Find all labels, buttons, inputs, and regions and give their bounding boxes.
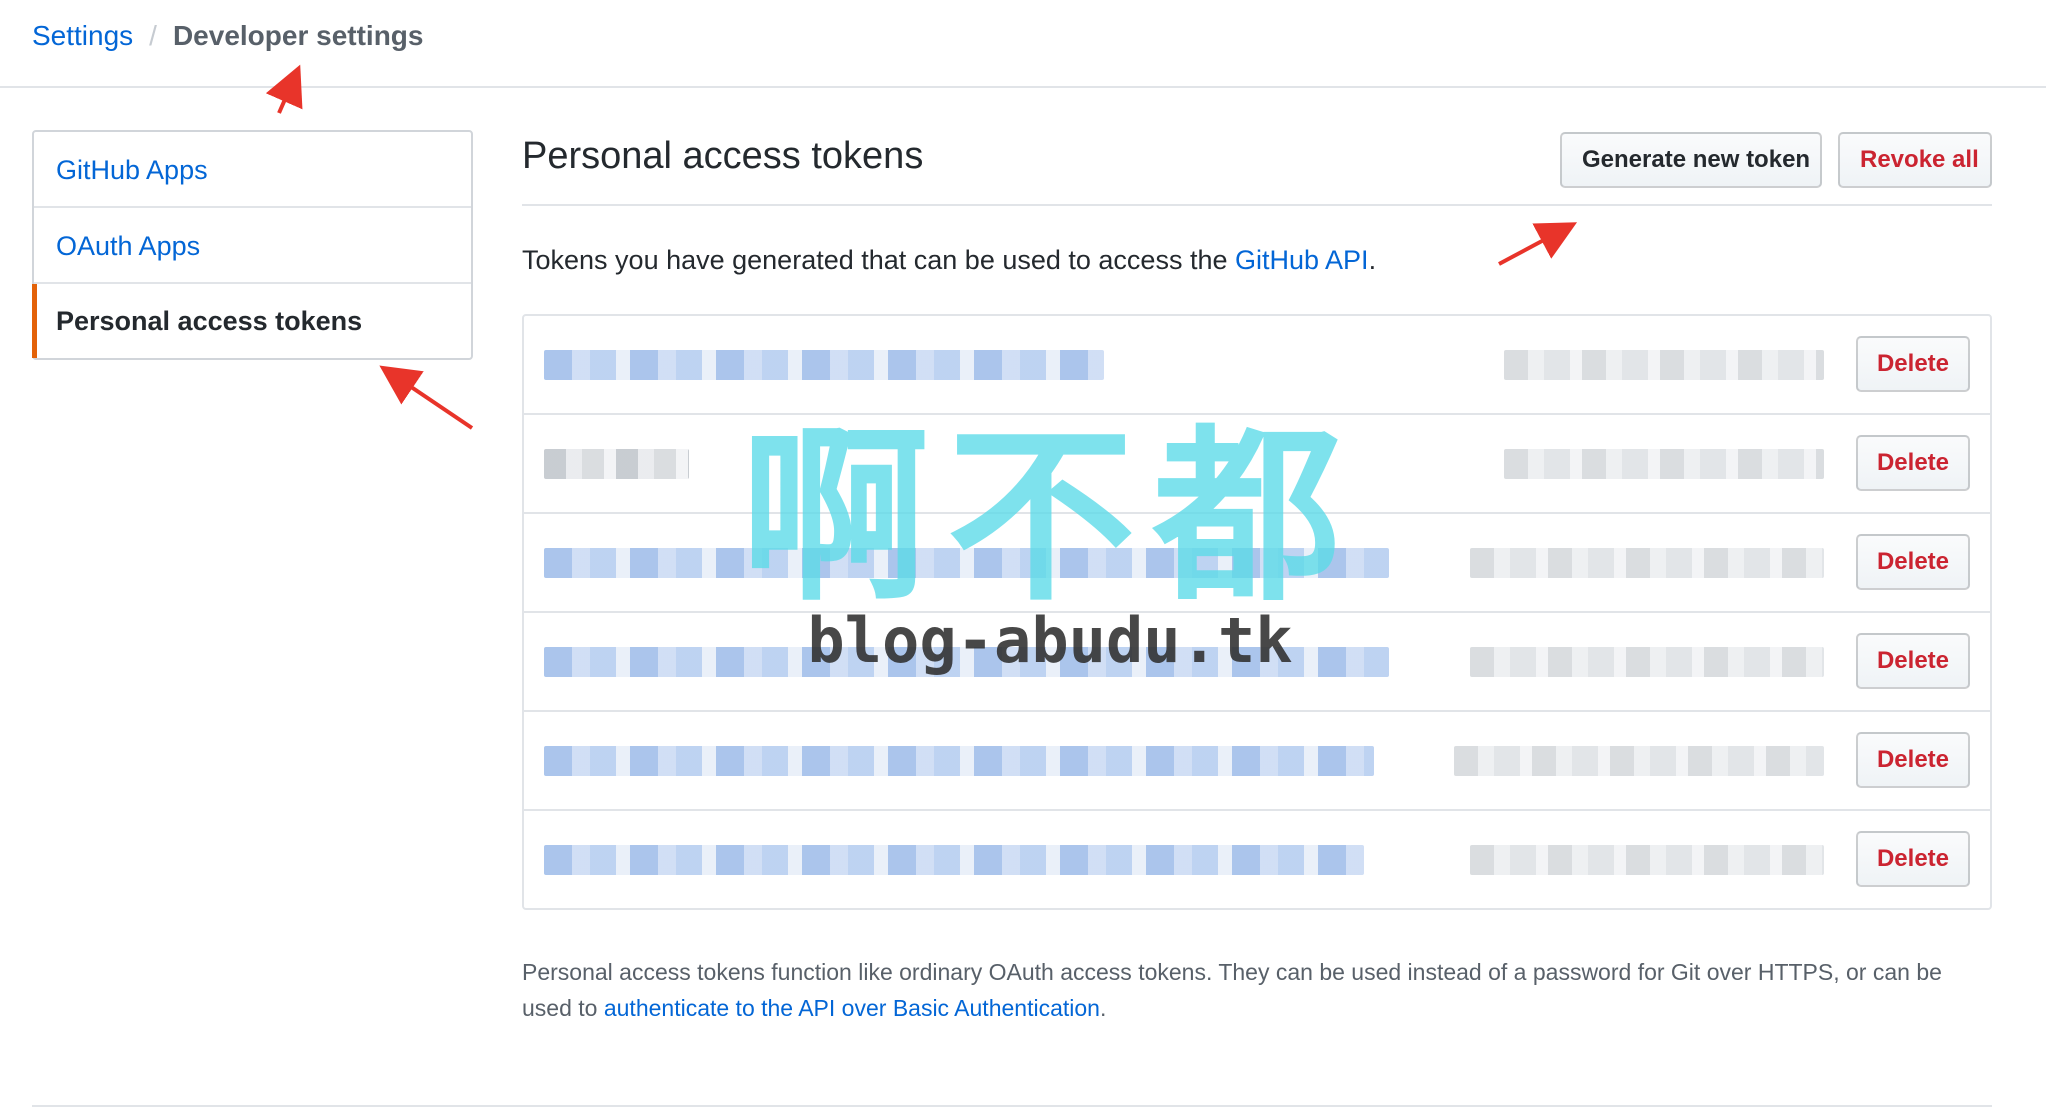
delete-token-button[interactable]: Delete: [1856, 732, 1970, 788]
github-api-link[interactable]: GitHub API: [1235, 245, 1369, 275]
token-name-redacted: [544, 845, 1364, 875]
page-header: Settings / Developer settings: [0, 0, 2046, 88]
token-scopes-redacted: [1454, 746, 1824, 776]
sidebar-item-github-apps[interactable]: GitHub Apps: [34, 132, 471, 208]
token-scopes-redacted: [1504, 449, 1824, 479]
delete-token-button[interactable]: Delete: [1856, 534, 1970, 590]
subhead: Personal access tokens Generate new toke…: [522, 124, 1992, 206]
breadcrumb-current: Developer settings: [172, 20, 424, 51]
token-row: Delete: [524, 514, 1990, 613]
sidebar-item-oauth-apps[interactable]: OAuth Apps: [34, 208, 471, 284]
token-name-redacted: [544, 647, 1389, 677]
breadcrumb-separator: /: [149, 20, 157, 51]
token-name-redacted: [544, 449, 689, 479]
token-name-redacted: [544, 350, 1104, 380]
breadcrumb: Settings / Developer settings: [32, 18, 423, 54]
breadcrumb-settings-link[interactable]: Settings: [32, 20, 133, 51]
page-title: Personal access tokens: [522, 135, 924, 177]
help-note: Personal access tokens function like ord…: [522, 954, 1992, 1026]
basic-auth-link[interactable]: authenticate to the API over Basic Authe…: [604, 995, 1100, 1021]
sidebar-item-personal-access-tokens[interactable]: Personal access tokens: [32, 284, 471, 358]
token-row: Delete: [524, 811, 1990, 908]
delete-token-button[interactable]: Delete: [1856, 633, 1970, 689]
token-row: Delete: [524, 613, 1990, 712]
arrow-to-personal-access-tokens-icon: [379, 365, 474, 430]
main-content: Personal access tokens Generate new toke…: [522, 124, 1992, 1021]
delete-token-button[interactable]: Delete: [1856, 336, 1970, 392]
token-scopes-redacted: [1470, 548, 1824, 578]
token-scopes-redacted: [1470, 845, 1824, 875]
arrow-to-generate-token-icon: [1498, 222, 1578, 266]
token-name-redacted: [544, 746, 1374, 776]
delete-token-button[interactable]: Delete: [1856, 435, 1970, 491]
token-list: Delete Delete Delete Delete Delete Delet…: [522, 314, 1992, 910]
generate-new-token-button[interactable]: Generate new token: [1560, 132, 1822, 188]
footer-divider: [32, 1105, 1992, 1107]
sidebar-menu: GitHub Apps OAuth Apps Personal access t…: [32, 130, 473, 360]
delete-token-button[interactable]: Delete: [1856, 831, 1970, 887]
token-scopes-redacted: [1504, 350, 1824, 380]
revoke-all-button[interactable]: Revoke all: [1838, 132, 1992, 188]
token-row: Delete: [524, 415, 1990, 514]
token-row: Delete: [524, 316, 1990, 415]
token-scopes-redacted: [1470, 647, 1824, 677]
help-note-end: .: [1099, 995, 1107, 1021]
token-row: Delete: [524, 712, 1990, 811]
intro-text-body: Tokens you have generated that can be us…: [522, 245, 1235, 275]
intro-text-end: .: [1368, 245, 1377, 275]
token-name-redacted: [544, 548, 1389, 578]
intro-text: Tokens you have generated that can be us…: [522, 242, 1376, 278]
